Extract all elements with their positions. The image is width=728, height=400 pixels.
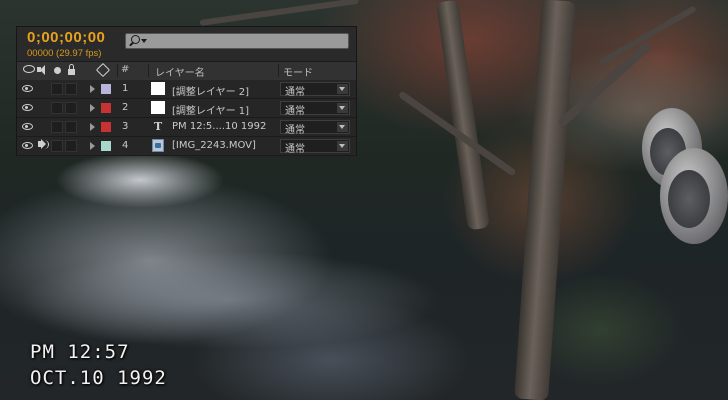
blend-mode-select[interactable]: 通常 (280, 120, 350, 136)
rock (668, 170, 710, 228)
layer-row[interactable]: 2 [調整レイヤー 1] 通常 (17, 99, 356, 118)
expand-triangle-icon[interactable] (90, 104, 95, 112)
tree-trunk (436, 0, 490, 231)
eye-icon[interactable] (23, 65, 35, 73)
frame-rate-display: 00000 (29.97 fps) (27, 48, 102, 59)
tree-trunk (514, 0, 576, 400)
layer-number: 4 (122, 140, 129, 151)
blend-mode-select[interactable]: 通常 (280, 139, 350, 155)
column-layer-name[interactable]: レイヤー名 (155, 64, 205, 79)
audio-toggle[interactable] (37, 83, 49, 95)
current-time-display[interactable]: 0;00;00;00 (27, 29, 105, 46)
tree-branch (598, 5, 697, 66)
layer-name[interactable]: [IMG_2243.MOV] (172, 140, 256, 151)
lock-toggle[interactable] (65, 121, 77, 133)
layer-name[interactable]: [調整レイヤー 2] (172, 83, 249, 98)
label-tag-icon[interactable] (95, 62, 111, 78)
solo-icon[interactable] (54, 67, 61, 74)
label-color-swatch[interactable] (101, 122, 111, 132)
timestamp-time: PM 12:57 (30, 341, 130, 363)
blend-mode-value: 通常 (285, 144, 305, 155)
text-layer-icon: T (154, 120, 163, 133)
layer-name[interactable]: [調整レイヤー 1] (172, 102, 249, 117)
solo-toggle[interactable] (51, 121, 63, 133)
chevron-down-icon[interactable] (337, 84, 348, 94)
solo-toggle[interactable] (51, 140, 63, 152)
eye-icon[interactable] (22, 104, 33, 111)
blend-mode-value: 通常 (285, 125, 305, 136)
column-divider (117, 64, 118, 77)
label-color-swatch[interactable] (101, 141, 111, 151)
layer-column-header: # レイヤー名 モード (17, 61, 356, 81)
tree-branch (199, 0, 359, 26)
eye-icon[interactable] (22, 123, 33, 130)
column-divider (278, 64, 279, 77)
layer-row[interactable]: 1 [調整レイヤー 2] 通常 (17, 80, 356, 99)
lock-icon[interactable] (68, 69, 75, 75)
blend-mode-select[interactable]: 通常 (280, 101, 350, 117)
column-divider (148, 64, 149, 77)
chevron-down-icon[interactable] (337, 122, 348, 132)
eye-icon[interactable] (22, 85, 33, 92)
solo-toggle[interactable] (51, 102, 63, 114)
speaker-icon[interactable] (38, 141, 42, 147)
lock-toggle[interactable] (65, 140, 77, 152)
speaker-icon (40, 65, 45, 75)
blend-mode-select[interactable]: 通常 (280, 82, 350, 98)
blend-mode-value: 通常 (285, 87, 305, 98)
lock-icon (69, 64, 74, 69)
chevron-down-icon[interactable] (141, 39, 147, 43)
expand-triangle-icon[interactable] (90, 85, 95, 93)
timestamp-date: OCT.10 1992 (30, 367, 167, 389)
expand-triangle-icon[interactable] (90, 123, 95, 131)
layer-number: 1 (122, 83, 129, 94)
layer-name[interactable]: PM 12:5....10 1992 (172, 121, 266, 132)
timeline-panel: 0;00;00;00 00000 (29.97 fps) # レイヤー名 モード… (16, 26, 357, 156)
expand-triangle-icon[interactable] (90, 142, 95, 150)
footage-file-icon (152, 139, 164, 152)
layer-row[interactable]: 4 [IMG_2243.MOV] 通常 (17, 137, 356, 156)
audio-toggle[interactable] (37, 121, 49, 133)
layer-number: 2 (122, 102, 129, 113)
layer-number: 3 (122, 121, 129, 132)
lock-toggle[interactable] (65, 102, 77, 114)
label-color-swatch[interactable] (101, 103, 111, 113)
adjustment-layer-thumbnail (151, 101, 165, 114)
audio-toggle[interactable] (37, 102, 49, 114)
search-input[interactable] (125, 33, 349, 49)
solo-toggle[interactable] (51, 83, 63, 95)
label-color-swatch[interactable] (101, 84, 111, 94)
lock-toggle[interactable] (65, 83, 77, 95)
column-mode: モード (283, 68, 313, 79)
chevron-down-icon[interactable] (337, 103, 348, 113)
column-number: # (121, 64, 130, 75)
eye-icon[interactable] (22, 142, 33, 149)
blend-mode-value: 通常 (285, 106, 305, 117)
layer-row[interactable]: 3 T PM 12:5....10 1992 通常 (17, 118, 356, 137)
speaker-icon (44, 140, 49, 149)
adjustment-layer-thumbnail (151, 82, 165, 95)
chevron-down-icon[interactable] (337, 141, 348, 151)
